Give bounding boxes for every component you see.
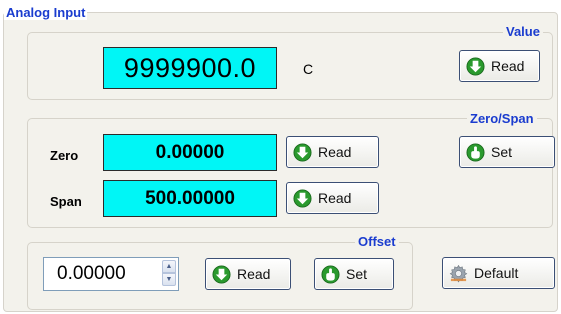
value-unit: C bbox=[303, 61, 314, 77]
zero-display: 0.00000 bbox=[103, 134, 277, 171]
offset-group-title: Offset bbox=[355, 234, 399, 249]
offset-spinbox[interactable]: 0.00000 ▲ ▼ bbox=[43, 257, 179, 291]
analog-input-panel: Analog Input Value 9999900.0 C Read Zero… bbox=[0, 0, 561, 314]
zero-read-label: Read bbox=[318, 144, 352, 160]
zero-span-set-button[interactable]: Set bbox=[459, 136, 555, 168]
value-group-title: Value bbox=[503, 24, 543, 39]
span-read-label: Read bbox=[318, 190, 352, 206]
default-label: Default bbox=[474, 265, 519, 281]
green-down-arrow-icon bbox=[293, 142, 312, 162]
value-reading: 9999900.0 bbox=[123, 53, 257, 83]
green-down-arrow-icon bbox=[466, 56, 485, 76]
value-read-label: Read bbox=[491, 58, 525, 74]
offset-set-button[interactable]: Set bbox=[314, 258, 394, 290]
span-value: 500.00000 bbox=[145, 188, 235, 209]
zero-value: 0.00000 bbox=[155, 142, 225, 163]
offset-decrement-button[interactable]: ▼ bbox=[162, 273, 176, 286]
green-down-arrow-icon bbox=[212, 264, 231, 284]
zero-span-group-title: Zero/Span bbox=[467, 111, 537, 126]
offset-value: 0.00000 bbox=[57, 263, 126, 284]
offset-set-label: Set bbox=[346, 266, 368, 282]
offset-spinner: ▲ ▼ bbox=[162, 260, 176, 286]
gear-icon bbox=[449, 264, 468, 283]
zero-span-set-label: Set bbox=[491, 144, 513, 160]
green-hand-icon bbox=[466, 142, 485, 162]
zero-read-button[interactable]: Read bbox=[286, 136, 379, 168]
offset-increment-button[interactable]: ▲ bbox=[162, 260, 176, 273]
span-label: Span bbox=[50, 194, 82, 209]
green-hand-icon bbox=[321, 264, 340, 284]
zero-label: Zero bbox=[50, 148, 79, 163]
span-read-button[interactable]: Read bbox=[286, 182, 379, 214]
offset-read-label: Read bbox=[237, 266, 271, 282]
span-display: 500.00000 bbox=[103, 180, 277, 217]
analog-input-title: Analog Input bbox=[4, 5, 88, 20]
offset-read-button[interactable]: Read bbox=[205, 258, 291, 290]
value-read-button[interactable]: Read bbox=[459, 50, 540, 82]
green-down-arrow-icon bbox=[293, 188, 312, 208]
default-button[interactable]: Default bbox=[442, 257, 555, 289]
value-display: 9999900.0 bbox=[103, 47, 277, 89]
